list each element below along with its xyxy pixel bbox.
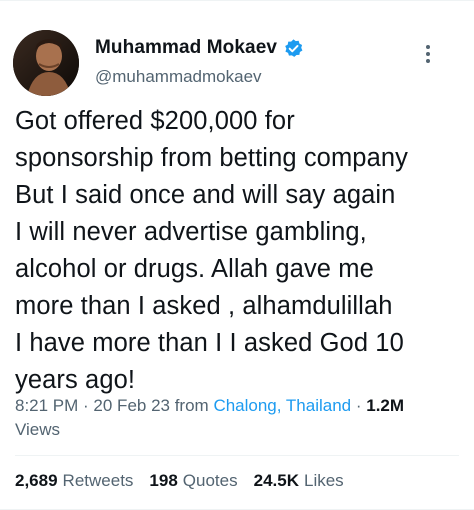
tweet-date[interactable]: 20 Feb 23 xyxy=(93,396,170,415)
views-count: 1.2M xyxy=(366,396,405,415)
top-divider xyxy=(0,0,474,1)
quotes-stat[interactable]: 198 Quotes xyxy=(149,471,237,491)
retweets-count: 2,689 xyxy=(15,471,58,490)
more-options-icon[interactable] xyxy=(424,42,432,66)
author-name-row[interactable]: Muhammad Mokaev xyxy=(95,37,304,59)
retweets-label: Retweets xyxy=(62,471,134,490)
verified-badge-icon xyxy=(283,38,304,59)
tweet-line: years ago! xyxy=(15,366,136,394)
tweet-time[interactable]: 8:21 PM xyxy=(15,396,78,415)
tweet-line: sponsorship from betting company xyxy=(15,144,408,172)
tweet-location-link[interactable]: Chalong, Thailand xyxy=(213,396,351,415)
meta-separator: · xyxy=(351,396,367,415)
tweet-line: But I said once and will say again xyxy=(15,181,396,209)
from-label: from xyxy=(169,396,214,415)
views-label: Views xyxy=(15,420,61,439)
author-handle[interactable]: @muhammadmokaev xyxy=(95,67,262,87)
tweet-line: I will never advertise gambling, xyxy=(15,218,367,246)
quotes-count: 198 xyxy=(149,471,178,490)
tweet-meta: 8:21 PM · 20 Feb 23 from Chalong, Thaila… xyxy=(15,394,455,442)
tweet-line: I have more than I I asked God 10 xyxy=(15,329,404,357)
stats-divider xyxy=(15,455,459,456)
likes-count: 24.5K xyxy=(253,471,299,490)
likes-label: Likes xyxy=(303,471,344,490)
tweet-text: Got offered $200,000 for sponsorship fro… xyxy=(15,103,470,399)
engagement-stats: 2,689 Retweets 198 Quotes 24.5K Likes xyxy=(15,471,360,491)
quotes-label: Quotes xyxy=(182,471,238,490)
retweets-stat[interactable]: 2,689 Retweets xyxy=(15,471,133,491)
avatar[interactable] xyxy=(13,30,79,96)
author-display-name[interactable]: Muhammad Mokaev xyxy=(95,37,277,59)
tweet-line: Got offered $200,000 for xyxy=(15,107,295,135)
likes-stat[interactable]: 24.5K Likes xyxy=(254,471,344,491)
tweet-line: alcohol or drugs. Allah gave me xyxy=(15,255,374,283)
tweet-line: more than I asked , alhamdulillah xyxy=(15,292,393,320)
meta-separator: · xyxy=(78,396,94,415)
